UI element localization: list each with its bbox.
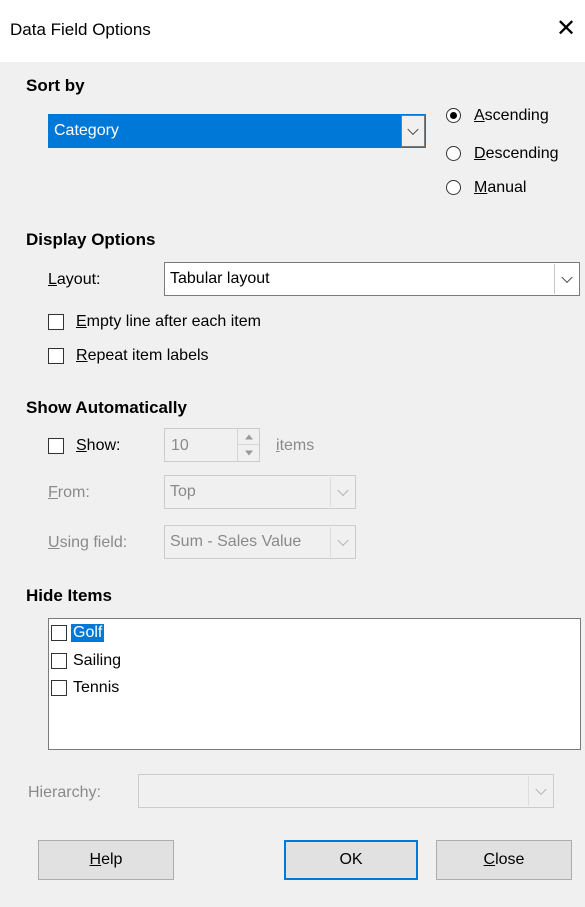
- sort-by-heading: Sort by: [26, 76, 85, 95]
- show-automatically-heading: Show Automatically: [26, 398, 187, 417]
- dropdown-arrow[interactable]: [554, 264, 578, 294]
- dropdown-arrow[interactable]: [330, 477, 354, 507]
- chevron-down-icon: [407, 123, 419, 136]
- close-icon[interactable]: ✕: [551, 14, 581, 44]
- spin-buttons[interactable]: [237, 429, 259, 461]
- list-item[interactable]: Sailing: [51, 650, 123, 672]
- spin-down-button[interactable]: [238, 445, 259, 461]
- from-dropdown[interactable]: Top: [164, 475, 356, 509]
- list-item[interactable]: Golf: [51, 622, 105, 644]
- show-count-value: 10: [171, 437, 189, 454]
- radio-manual[interactable]: [446, 180, 461, 195]
- ok-button[interactable]: OK: [284, 840, 418, 880]
- list-item-label: Sailing: [73, 652, 122, 669]
- chevron-down-icon: [336, 484, 349, 497]
- radio-manual-label: Manual: [474, 179, 527, 196]
- list-item-checkbox[interactable]: [51, 653, 67, 669]
- dropdown-arrow[interactable]: [330, 527, 354, 557]
- using-field-value: Sum - Sales Value: [170, 533, 302, 550]
- layout-label: Layout:: [48, 271, 101, 288]
- ok-button-label: OK: [339, 851, 363, 868]
- window-title: Data Field Options: [10, 20, 151, 39]
- spin-up-button[interactable]: [238, 429, 259, 445]
- items-label: items: [276, 437, 315, 454]
- hierarchy-dropdown[interactable]: [138, 774, 554, 808]
- show-label: Show:: [76, 437, 121, 454]
- radio-ascending-label: Ascending: [474, 107, 549, 124]
- from-value: Top: [170, 483, 196, 500]
- repeat-labels-label: Repeat item labels: [76, 347, 209, 364]
- list-item-checkbox[interactable]: [51, 680, 67, 696]
- list-item-checkbox[interactable]: [51, 625, 67, 641]
- sort-by-field-dropdown[interactable]: Category: [48, 114, 426, 148]
- layout-value: Tabular layout: [170, 270, 270, 287]
- radio-ascending[interactable]: [446, 108, 461, 123]
- using-field-dropdown[interactable]: Sum - Sales Value: [164, 525, 356, 559]
- chevron-down-icon: [336, 534, 349, 547]
- repeat-labels-checkbox[interactable]: [48, 348, 64, 364]
- hide-items-heading: Hide Items: [26, 586, 112, 605]
- hide-items-listbox[interactable]: Golf Sailing Tennis: [48, 618, 581, 750]
- from-label: From:: [48, 484, 90, 501]
- show-count-spinbox[interactable]: 10: [164, 428, 260, 462]
- list-item-label: Golf: [71, 624, 105, 642]
- empty-line-checkbox[interactable]: [48, 314, 64, 330]
- chevron-down-icon: [534, 783, 547, 796]
- sort-by-field-value: Category: [54, 122, 119, 139]
- show-checkbox[interactable]: [48, 438, 64, 454]
- help-button[interactable]: Help: [38, 840, 174, 880]
- empty-line-label: Empty line after each item: [76, 313, 261, 330]
- help-button-label: Help: [89, 851, 123, 868]
- using-field-label: Using field:: [48, 534, 128, 551]
- dropdown-arrow[interactable]: [528, 776, 552, 806]
- list-item[interactable]: Tennis: [51, 677, 121, 699]
- radio-descending-label: Descending: [474, 145, 559, 162]
- triangle-up-icon: [244, 434, 253, 439]
- close-button-label: Close: [483, 851, 525, 868]
- radio-descending[interactable]: [446, 146, 461, 161]
- close-button[interactable]: Close: [436, 840, 572, 880]
- triangle-down-icon: [244, 450, 253, 456]
- hierarchy-label: Hierarchy:: [28, 784, 101, 801]
- chevron-down-icon: [560, 271, 573, 284]
- display-options-heading: Display Options: [26, 230, 156, 249]
- layout-dropdown[interactable]: Tabular layout: [164, 262, 580, 296]
- dropdown-arrow[interactable]: [401, 115, 425, 147]
- list-item-label: Tennis: [73, 679, 120, 696]
